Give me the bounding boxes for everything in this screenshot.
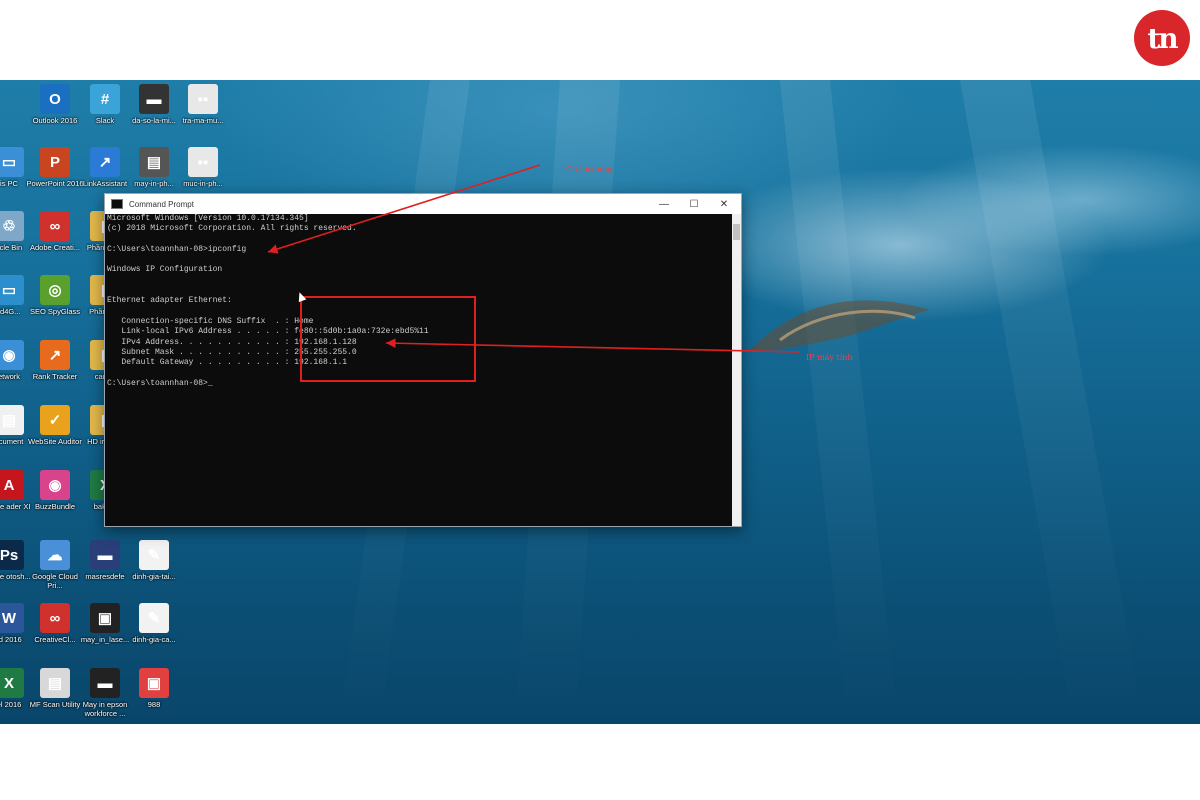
scrollbar-thumb[interactable]	[733, 224, 740, 240]
terminal-line: C:\Users\toannhan-08>ipconfig	[107, 244, 247, 254]
tra-ma-mu-icon: ▪▪	[188, 84, 218, 114]
desktop-icon-dinh-gia-ca[interactable]: ✎ dinh-gia-ca...	[123, 603, 185, 644]
window-title: Command Prompt	[129, 199, 194, 209]
desktop-icon-label: dinh-gia-ca...	[132, 635, 176, 644]
desktop-icon-label: tra-ma-mu...	[182, 116, 224, 125]
988-icon: ▣	[139, 668, 169, 698]
terminal-line: Windows IP Configuration	[107, 265, 223, 275]
slack-icon: #	[90, 84, 120, 114]
desktop-icon-988[interactable]: ▣ 988	[123, 668, 185, 709]
muc-in-ph-icon: ▪▪	[188, 147, 218, 177]
google-cloud-icon: ☁	[40, 540, 70, 570]
dinh-gia-tai-icon: ✎	[139, 540, 169, 570]
buzzbundle-icon: ◉	[40, 470, 70, 500]
vertical-scrollbar[interactable]	[732, 214, 741, 526]
adobe-reader-icon: A	[0, 470, 24, 500]
may-in-lase-icon: ▣	[90, 603, 120, 633]
rank-tracker-icon: ↗	[40, 340, 70, 370]
mf-scan-icon: ▤	[40, 668, 70, 698]
window-titlebar[interactable]: Command Prompt — ☐ ✕	[105, 194, 741, 214]
rd4g-icon: ▭	[0, 275, 24, 305]
adobe-creative-icon: ∞	[40, 211, 70, 241]
desktop-icon-muc-in-ph[interactable]: ▪▪ muc-in-ph...	[172, 147, 234, 188]
desktop-icon-dinh-gia-tai[interactable]: ✎ dinh-gia-tai...	[123, 540, 185, 581]
desktop-icon-label: 988	[147, 700, 161, 709]
brand-logo: tn	[1134, 10, 1190, 66]
this-pc-icon: ▭	[0, 147, 24, 177]
ip-highlight-box	[300, 296, 476, 382]
outlook-icon: O	[40, 84, 70, 114]
light-ray	[960, 80, 1144, 724]
desktop-icon-label: dinh-gia-tai...	[132, 572, 176, 581]
linkassistant-icon: ↗	[90, 147, 120, 177]
may-in-epson-icon: ▬	[90, 668, 120, 698]
recycle-bin-icon: ♲	[0, 211, 24, 241]
photoshop-icon: Ps	[0, 540, 24, 570]
network-icon: ◉	[0, 340, 24, 370]
light-ray	[780, 80, 898, 724]
dinh-gia-ca-icon: ✎	[139, 603, 169, 633]
may-in-ph-icon: ▤	[139, 147, 169, 177]
excel-icon: X	[0, 668, 24, 698]
maximize-button[interactable]: ☐	[679, 194, 709, 214]
brand-logo-text: tn	[1147, 21, 1178, 55]
annotation-note-right: IP máy tính	[806, 353, 853, 362]
terminal-line: (c) 2018 Microsoft Corporation. All righ…	[107, 224, 357, 234]
document-icon: ▤	[0, 405, 24, 435]
website-auditor-icon: ✓	[40, 405, 70, 435]
cmd-app-icon	[111, 199, 123, 209]
da-so-la-mi-icon: ▬	[139, 84, 169, 114]
powerpoint-icon: P	[40, 147, 70, 177]
word-icon: W	[0, 603, 24, 633]
masresdefe-icon: ▬	[90, 540, 120, 570]
desktop-icon-label: muc-in-ph...	[183, 179, 223, 188]
desktop-icon-tra-ma-mu[interactable]: ▪▪ tra-ma-mu...	[172, 84, 234, 125]
terminal-line: Microsoft Windows [Version 10.0.17134.34…	[107, 214, 309, 223]
minimize-button[interactable]: —	[649, 194, 679, 214]
close-button[interactable]: ✕	[709, 194, 739, 214]
seo-spyglass-icon: ◎	[40, 275, 70, 305]
creativecl-icon: ∞	[40, 603, 70, 633]
annotation-note-top: Gõ ipconfig	[566, 165, 613, 174]
